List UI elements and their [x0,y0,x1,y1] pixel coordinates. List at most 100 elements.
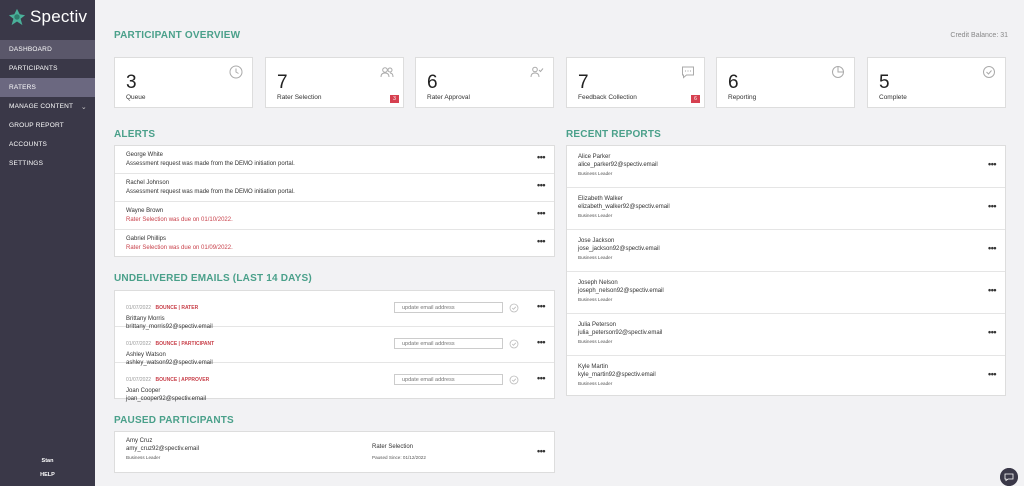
more-options-icon[interactable]: ••• [537,236,545,246]
clock-icon [229,65,243,79]
report-role: Business Leader [578,339,613,344]
user-check-icon [530,66,544,78]
paused-row: Amy Cruz amy_cruz92@spectiv.email Busine… [115,432,554,472]
paused-participants-title: PAUSED PARTICIPANTS [114,415,234,426]
help-link[interactable]: HELP [0,472,95,478]
report-role: Business Leader [578,213,613,218]
overview-card-reporting[interactable]: 6 Reporting [716,57,855,108]
report-row[interactable]: Kyle Martin kyle_martin92@spectiv.email … [567,356,1005,395]
more-options-icon[interactable]: ••• [537,337,545,347]
sidebar-item-label: GROUP REPORT [9,122,64,129]
report-role: Business Leader [578,381,613,386]
more-options-icon[interactable]: ••• [988,243,996,253]
report-row[interactable]: Jose Jackson jose_jackson92@spectiv.emai… [567,230,1005,272]
report-row[interactable]: Alice Parker alice_parker92@spectiv.emai… [567,146,1005,188]
alert-badge: 6 [691,95,700,103]
card-label: Reporting [728,94,757,101]
spectiv-logo-icon [8,8,26,26]
logo[interactable]: Spectiv [0,0,95,34]
sidebar-footer: Stan HELP [0,458,95,478]
update-email-input[interactable] [394,374,503,385]
more-options-icon[interactable]: ••• [537,152,545,162]
more-options-icon[interactable]: ••• [988,369,996,379]
report-email: kyle_martin92@spectiv.email [578,372,656,378]
sidebar-item-group-report[interactable]: GROUP REPORT [0,116,95,135]
chevron-down-icon: ⌄ [80,103,87,111]
sidebar-item-manage-content[interactable]: MANAGE CONTENT ⌄ [0,97,95,116]
chat-icon [682,66,694,79]
more-options-icon[interactable]: ••• [537,180,545,190]
sidebar-item-dashboard[interactable]: DASHBOARD [0,40,95,59]
alert-message: Rater Selection was due on 01/09/2022. [126,245,233,251]
more-options-icon[interactable]: ••• [537,373,545,383]
alert-row: Gabriel Phillips Rater Selection was due… [115,230,554,257]
overview-card-feedback-collection[interactable]: 7 Feedback Collection 6 [566,57,705,108]
more-options-icon[interactable]: ••• [988,285,996,295]
report-row[interactable]: Elizabeth Walker elizabeth_walker92@spec… [567,188,1005,230]
update-email-input[interactable] [394,302,503,313]
chat-support-icon[interactable] [1000,468,1018,486]
email-date: 01/07/2022 [126,341,152,347]
check-circle-icon[interactable] [509,375,519,385]
overview-card-queue[interactable]: 3 Queue [114,57,253,108]
alert-message: Assessment request was made from the DEM… [126,161,295,167]
more-options-icon[interactable]: ••• [988,327,996,337]
card-label: Queue [126,94,146,101]
email-address: joan_cooper92@spectiv.email [126,396,207,402]
recent-reports-title: RECENT REPORTS [566,129,662,140]
report-name: Joseph Nelson [578,280,618,286]
more-options-icon[interactable]: ••• [537,446,545,456]
paused-name: Amy Cruz [126,438,153,444]
sidebar-item-raters[interactable]: RATERS [0,78,95,97]
report-row[interactable]: Joseph Nelson joseph_nelson92@spectiv.em… [567,272,1005,314]
report-email: elizabeth_walker92@spectiv.email [578,204,670,210]
alert-badge: 3 [390,95,399,103]
sidebar-item-settings[interactable]: SETTINGS [0,154,95,173]
email-row: 01/07/2022 BOUNCE | APPROVER Joan Cooper… [115,363,554,402]
paused-role: Business Leader [126,455,161,460]
email-date: 01/07/2022 [126,377,152,383]
update-email-input[interactable] [394,338,503,349]
sidebar-item-participants[interactable]: PARTICIPANTS [0,59,95,78]
report-row[interactable]: Julia Peterson julia_peterson92@spectiv.… [567,314,1005,356]
email-name: Brittany Morris [126,316,165,322]
alerts-title: ALERTS [114,129,156,140]
more-options-icon[interactable]: ••• [988,159,996,169]
report-role: Business Leader [578,255,613,260]
paused-stage: Rater Selection [372,444,414,450]
alert-message: Rater Selection was due on 01/10/2022. [126,217,233,223]
report-email: julia_peterson92@spectiv.email [578,330,663,336]
overview-card-rater-approval[interactable]: 6 Rater Approval [415,57,554,108]
card-value: 6 [728,72,739,93]
card-label: Rater Selection [277,94,322,101]
more-options-icon[interactable]: ••• [537,301,545,311]
alert-name: Wayne Brown [126,208,164,214]
more-options-icon[interactable]: ••• [537,208,545,218]
users-icon [380,67,394,78]
email-row: 01/07/2022 BOUNCE | PARTICIPANT Ashley W… [115,327,554,366]
sidebar-item-accounts[interactable]: ACCOUNTS [0,135,95,154]
report-email: jose_jackson92@spectiv.email [578,246,660,252]
overview-card-complete[interactable]: 5 Complete [867,57,1006,108]
check-circle-icon[interactable] [509,339,519,349]
report-name: Jose Jackson [578,238,615,244]
bounce-type: BOUNCE | PARTICIPANT [155,341,215,347]
alert-message: Assessment request was made from the DEM… [126,189,295,195]
sidebar: Spectiv DASHBOARD PARTICIPANTS RATERS MA… [0,0,95,486]
more-options-icon[interactable]: ••• [988,201,996,211]
user-name[interactable]: Stan [0,458,95,464]
undelivered-emails-panel: 01/07/2022 BOUNCE | RATER Brittany Morri… [114,290,555,402]
report-role: Business Leader [578,171,613,176]
sidebar-item-label: RATERS [9,84,37,91]
sidebar-item-label: MANAGE CONTENT [9,103,74,110]
card-value: 3 [126,72,137,93]
sidebar-nav: DASHBOARD PARTICIPANTS RATERS MANAGE CON… [0,40,95,173]
report-name: Elizabeth Walker [578,196,623,202]
email-name: Joan Cooper [126,388,161,394]
paused-since: Paused Since: 01/12/2022 [372,455,426,460]
logo-text: Spectiv [30,7,88,26]
check-circle-icon[interactable] [509,303,519,313]
sidebar-item-label: PARTICIPANTS [9,65,58,72]
alert-row: Rachel Johnson Assessment request was ma… [115,174,554,202]
overview-card-rater-selection[interactable]: 7 Rater Selection 3 [265,57,404,108]
